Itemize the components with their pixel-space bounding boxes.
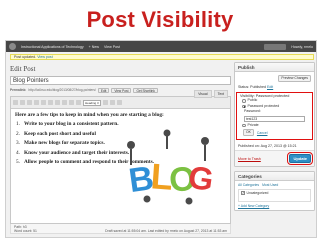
bold-icon[interactable] [13, 100, 18, 105]
blog-letter-g: G [186, 159, 216, 198]
tab-all-categories[interactable]: All Categories [238, 183, 259, 187]
bullet-list-icon[interactable] [34, 100, 39, 105]
categories-box-title[interactable]: Categories [235, 172, 314, 181]
permalink-shortlink-button[interactable]: Get Shortlink [133, 87, 158, 93]
blockquote-icon[interactable] [48, 100, 53, 105]
option-label: Private [247, 122, 259, 127]
preview-changes-button[interactable]: Preview Changes [278, 75, 311, 82]
radio-icon[interactable] [242, 123, 246, 127]
tab-visual[interactable]: Visual [194, 90, 212, 98]
wordpress-screenshot: Instructional Applications of Technology… [5, 40, 317, 238]
cancel-link[interactable]: Cancel [257, 131, 268, 135]
editor-toolbar: Heading 3 [11, 97, 230, 109]
admin-bar-new[interactable]: + New [89, 45, 99, 49]
tip-number: 4. [16, 149, 20, 156]
word-count: Word count: 51 [14, 229, 37, 233]
visibility-highlight: Visibility: Password protected Public Pa… [236, 92, 313, 140]
update-button[interactable]: Update [287, 152, 313, 165]
strikethrough-icon[interactable] [27, 100, 32, 105]
align-center-icon[interactable] [62, 100, 67, 105]
tip-text: Keep each post short and useful [24, 130, 96, 137]
permalink-edit-button[interactable]: Edit [97, 87, 110, 93]
move-to-trash-link[interactable]: Move to Trash [238, 157, 261, 161]
draft-saved: Draft saved at 11:55:04 am. Last edited … [105, 229, 227, 233]
tip-text: Write to your blog in a consistent patte… [24, 121, 119, 127]
tip-text: Know your audience and target their inte… [24, 149, 130, 156]
ok-button[interactable]: OK [243, 129, 254, 136]
admin-bar-view-post[interactable]: View Post [104, 45, 120, 49]
tip-number: 3. [16, 140, 20, 146]
admin-bar-search[interactable] [264, 43, 287, 50]
italic-icon[interactable] [20, 100, 25, 105]
publish-box: Publish Preview Changes Status: Publishe… [234, 62, 315, 167]
post-editor[interactable]: Visual Text Heading 3 Here are a few tip… [10, 90, 231, 224]
radio-selected-icon[interactable] [242, 104, 246, 108]
category-tabs: All Categories Most Used [235, 181, 314, 189]
editor-status-row: Word count: 51 Draft saved at 11:55:04 a… [14, 229, 227, 233]
tab-most-used[interactable]: Most Used [262, 183, 278, 187]
admin-bar-site[interactable]: Instructional Applications of Technology [21, 45, 84, 49]
notice-view-link[interactable]: View post [37, 55, 53, 59]
editor-tabs: Visual Text [194, 90, 228, 98]
permalink-label: Permalink: [10, 88, 27, 92]
sidebar-column: Publish Preview Changes Status: Publishe… [234, 62, 315, 211]
editor-footer: Path: h3 Word count: 51 Draft saved at 1… [10, 224, 231, 234]
admin-bar-greeting[interactable]: Howdy, rmelo [291, 45, 313, 49]
link-icon[interactable] [69, 100, 74, 105]
permalink-view-button[interactable]: View Post [111, 87, 132, 93]
editor-column: Edit Post Blog Pointers Permalink: http:… [10, 63, 231, 237]
publish-preview-row: Preview Changes [235, 72, 314, 84]
wordpress-logo-icon[interactable] [9, 43, 16, 50]
numbered-list-icon[interactable] [41, 100, 46, 105]
admin-bar: Instructional Applications of Technology… [6, 41, 316, 52]
format-select[interactable]: Heading 3 [83, 99, 101, 106]
permalink-url[interactable]: http://iat.bsu.edu/blog/2013/08/27/blog-… [28, 88, 96, 92]
password-label: Password: [244, 109, 261, 113]
tip-number: 1. [16, 121, 20, 127]
post-title-input[interactable]: Blog Pointers [10, 76, 231, 85]
radio-icon[interactable] [242, 99, 246, 103]
intro-text: Here are a few tips to keep in mind when… [15, 112, 164, 118]
publish-actions: Move to Trash Update [235, 150, 314, 166]
status-text: Status: Published [238, 85, 266, 89]
password-label-row: Password: [237, 109, 312, 115]
category-list: Uncategorized [238, 189, 311, 202]
publish-box-title[interactable]: Publish [235, 63, 314, 72]
tab-text[interactable]: Text [213, 90, 228, 98]
update-notice: Post updated. View post [10, 54, 314, 60]
visibility-actions: OK Cancel [237, 128, 312, 138]
category-label: Uncategorized [246, 191, 269, 195]
paste-icon[interactable] [117, 100, 122, 105]
status-edit-link[interactable]: Edit [267, 85, 273, 89]
align-left-icon[interactable] [55, 100, 60, 105]
password-input[interactable]: test123 [244, 115, 305, 122]
text-color-icon[interactable] [110, 100, 115, 105]
underline-icon[interactable] [103, 100, 108, 105]
status-row: Status: Published Edit [235, 84, 314, 91]
add-new-category-link[interactable]: + Add New Category [235, 202, 314, 210]
page-heading: Edit Post [10, 65, 36, 73]
published-on: Published on: Aug 27, 2013 @ 15:21 [238, 144, 297, 148]
blog-illustration: B L O G [126, 129, 216, 205]
tip-number: 2. [16, 130, 20, 137]
checkbox-checked-icon[interactable] [241, 191, 245, 195]
categories-box: Categories All Categories Most Used Unca… [234, 171, 315, 211]
notice-text: Post updated. [14, 55, 37, 59]
tip-text: Make new blogs for separate topics. [24, 140, 105, 146]
slide-title: Post Visibility [86, 7, 234, 32]
tip-number: 5. [16, 159, 20, 165]
unlink-icon[interactable] [76, 100, 81, 105]
